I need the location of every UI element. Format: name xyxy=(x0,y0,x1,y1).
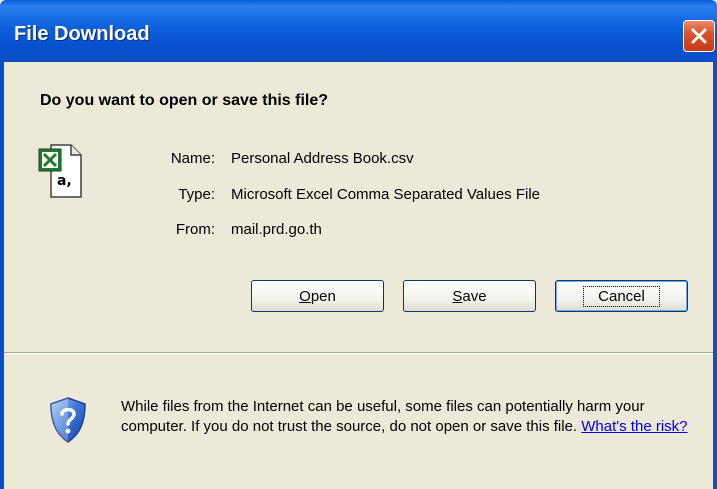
cancel-button[interactable]: Cancel xyxy=(555,280,688,312)
window-frame-right xyxy=(713,62,717,489)
close-button[interactable] xyxy=(683,20,715,52)
divider-highlight xyxy=(4,353,713,354)
name-label: Name: xyxy=(170,150,215,167)
from-label: From: xyxy=(175,221,215,238)
cancel-label: Cancel xyxy=(583,285,660,307)
window-frame-left xyxy=(0,62,4,489)
open-button[interactable]: Open xyxy=(251,280,384,312)
excel-csv-file-icon: a, xyxy=(38,144,82,198)
close-icon xyxy=(691,28,707,44)
warning-text: While files from the Internet can be use… xyxy=(121,398,645,435)
whats-the-risk-link[interactable]: What's the risk? xyxy=(581,418,687,435)
type-value: Microsoft Excel Comma Separated Values F… xyxy=(231,186,541,203)
open-mnemonic: O xyxy=(299,287,311,305)
open-label-rest: pen xyxy=(310,287,336,305)
name-value: Personal Address Book.csv xyxy=(231,150,414,167)
security-warning: While files from the Internet can be use… xyxy=(121,397,701,437)
save-mnemonic: S xyxy=(452,287,463,305)
type-label: Type: xyxy=(178,186,215,203)
file-icon-label: a, xyxy=(57,173,72,189)
window-title: File Download xyxy=(14,23,150,45)
dialog-question: Do you want to open or save this file? xyxy=(40,92,329,109)
from-value: mail.prd.go.th xyxy=(231,221,322,238)
save-label-rest: ave xyxy=(462,287,487,305)
save-button[interactable]: Save xyxy=(403,280,536,312)
title-bar[interactable]: File Download xyxy=(0,0,717,62)
security-shield-icon xyxy=(50,397,86,443)
